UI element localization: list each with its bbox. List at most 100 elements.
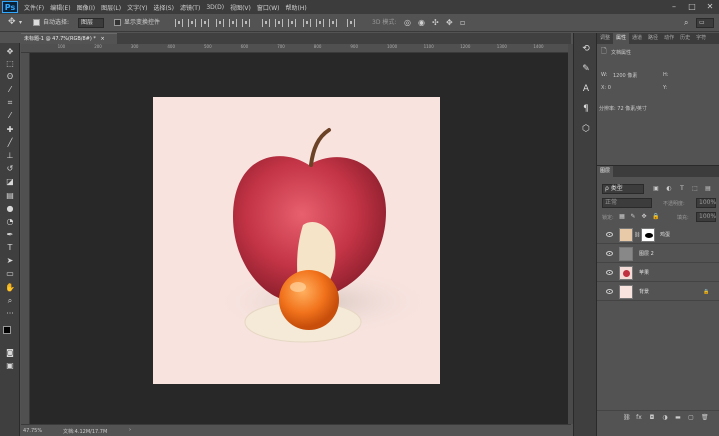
magic-wand-tool-icon[interactable]: ⁄ (4, 85, 16, 95)
mask-link-icon[interactable]: ⛓ (634, 232, 640, 238)
blend-mode-dropdown[interactable]: 正常 (602, 198, 652, 208)
distribute-vcenter-icon[interactable] (275, 19, 283, 27)
more-tools-icon[interactable]: ··· (4, 309, 16, 319)
menu-image[interactable]: 图像(I) (77, 3, 95, 12)
filter-shape-icon[interactable]: ⬚ (692, 186, 698, 192)
align-top-icon[interactable] (175, 19, 183, 27)
character-panel-icon[interactable]: A (580, 83, 592, 95)
move-tool-icon[interactable]: ✥ (8, 18, 16, 28)
tab-paths[interactable]: 路径 (645, 33, 661, 44)
align-hcenter-icon[interactable] (229, 19, 237, 27)
align-bottom-icon[interactable] (201, 19, 209, 27)
menu-file[interactable]: 文件(F) (24, 3, 44, 12)
document-tab[interactable]: 未标题-1 @ 47.7%(RGB/8#) * × (21, 33, 117, 44)
healing-brush-tool-icon[interactable]: ✚ (4, 125, 16, 135)
history-brush-tool-icon[interactable]: ↺ (4, 164, 16, 174)
menu-select[interactable]: 选择(S) (153, 3, 174, 12)
3d-rotate-icon[interactable]: ◎ (404, 18, 411, 28)
delete-layer-icon[interactable]: 🗑 (701, 415, 709, 421)
lock-transparent-icon[interactable]: ▦ (619, 214, 625, 220)
tab-character[interactable]: 字符 (693, 33, 709, 44)
layer-row-apple[interactable]: 苹果 (597, 264, 719, 282)
tool-preset-dropdown-icon[interactable]: ▾ (19, 18, 22, 28)
menu-filter[interactable]: 滤镜(T) (180, 3, 200, 12)
rectangle-tool-icon[interactable]: ▭ (4, 269, 16, 279)
layer-name[interactable]: 图层 2 (639, 245, 654, 263)
menu-window[interactable]: 窗口(W) (257, 3, 280, 12)
tab-channels[interactable]: 通道 (629, 33, 645, 44)
dodge-tool-icon[interactable]: ◔ (4, 217, 16, 227)
fill-input[interactable]: 100% (696, 212, 716, 222)
menu-type[interactable]: 文字(Y) (127, 3, 147, 12)
distribute-bottom-icon[interactable] (288, 19, 296, 27)
align-left-icon[interactable] (216, 19, 224, 27)
filter-adjustment-icon[interactable]: ◐ (666, 186, 672, 192)
lasso-tool-icon[interactable]: ʘ (4, 72, 16, 82)
layer-name[interactable]: 鸡蛋 (660, 226, 670, 244)
menu-edit[interactable]: 编辑(E) (50, 3, 70, 12)
pen-tool-icon[interactable]: ✒ (4, 230, 16, 240)
3d-roll-icon[interactable]: ◉ (418, 18, 425, 28)
opacity-input[interactable]: 100% (696, 198, 716, 208)
add-mask-icon[interactable]: ◘ (649, 415, 655, 421)
align-right-icon[interactable] (242, 19, 250, 27)
3d-panel-icon[interactable]: ⬡ (580, 123, 592, 135)
layer-name[interactable]: 苹果 (639, 264, 649, 282)
quick-mask-icon[interactable]: ◙ (4, 348, 16, 358)
distribute-left-icon[interactable] (303, 19, 311, 27)
layer-row-layer2[interactable]: 图层 2 (597, 245, 719, 263)
tab-actions[interactable]: 动作 (661, 33, 677, 44)
type-tool-icon[interactable]: T (4, 243, 16, 253)
distribute-top-icon[interactable] (262, 19, 270, 27)
menu-view[interactable]: 视图(V) (230, 3, 251, 12)
search-icon[interactable]: ⌕ (684, 18, 688, 28)
gradient-tool-icon[interactable]: ▤ (4, 191, 16, 201)
width-value[interactable]: 1200 像素 (613, 72, 637, 79)
link-layers-icon[interactable]: ⛓ (623, 415, 631, 421)
workspace-dropdown[interactable]: ▭ (696, 18, 714, 28)
brush-tool-icon[interactable]: ╱ (4, 138, 16, 148)
menu-3d[interactable]: 3D(D) (206, 4, 224, 11)
layer-filter-dropdown[interactable]: ρ 类型 (602, 184, 644, 194)
show-transform-checkbox[interactable] (114, 19, 121, 26)
menu-help[interactable]: 帮助(H) (286, 3, 307, 12)
canvas-document[interactable] (153, 97, 440, 384)
crop-tool-icon[interactable]: ⌗ (4, 98, 16, 108)
zoom-tool-icon[interactable]: ⌕ (4, 296, 16, 306)
tab-properties[interactable]: 属性 (613, 33, 630, 44)
3d-pan-icon[interactable]: ✣ (432, 18, 439, 28)
align-vcenter-icon[interactable] (188, 19, 196, 27)
layer-style-icon[interactable]: fx (636, 415, 642, 421)
history-panel-icon[interactable]: ⟲ (580, 43, 592, 55)
distribute-hcenter-icon[interactable] (316, 19, 324, 27)
eraser-tool-icon[interactable]: ◪ (4, 177, 16, 187)
x-value[interactable]: X: 0 (601, 85, 611, 91)
lock-all-icon[interactable]: 🔒 (652, 214, 659, 220)
tab-history[interactable]: 历史 (677, 33, 693, 44)
foreground-color-swatch[interactable] (3, 326, 11, 334)
maximize-icon[interactable]: □ (684, 1, 700, 12)
menu-layer[interactable]: 图层(L) (101, 3, 121, 12)
screen-mode-icon[interactable]: ▣ (4, 361, 16, 371)
eyedropper-tool-icon[interactable]: ⁄ (4, 111, 16, 121)
clone-stamp-tool-icon[interactable]: ⊥ (4, 151, 16, 161)
close-tab-icon[interactable]: × (100, 36, 104, 42)
lock-pixels-icon[interactable]: ✎ (630, 214, 636, 220)
visibility-eye-icon[interactable] (606, 270, 613, 275)
distribute-right-icon[interactable] (329, 19, 337, 27)
auto-select-dropdown[interactable]: 图层 (78, 18, 104, 28)
paragraph-panel-icon[interactable]: ¶ (580, 103, 592, 115)
marquee-tool-icon[interactable]: ⬚ (4, 59, 16, 69)
visibility-eye-icon[interactable] (606, 232, 613, 237)
tab-adjustments[interactable]: 调整 (597, 33, 613, 44)
layer-row-egg[interactable]: ⛓ 鸡蛋 (597, 226, 719, 244)
close-icon[interactable]: ✕ (702, 1, 718, 12)
layer-row-background[interactable]: 背景 🔒 (597, 283, 719, 301)
hand-tool-icon[interactable]: ✋ (4, 283, 16, 293)
minimize-icon[interactable]: – (666, 1, 682, 12)
lock-position-icon[interactable]: ✥ (641, 214, 647, 220)
filter-pixel-icon[interactable]: ▣ (653, 186, 659, 192)
visibility-eye-icon[interactable] (606, 289, 613, 294)
filter-smart-object-icon[interactable]: ▤ (705, 186, 711, 192)
layer-name[interactable]: 背景 (639, 283, 649, 301)
